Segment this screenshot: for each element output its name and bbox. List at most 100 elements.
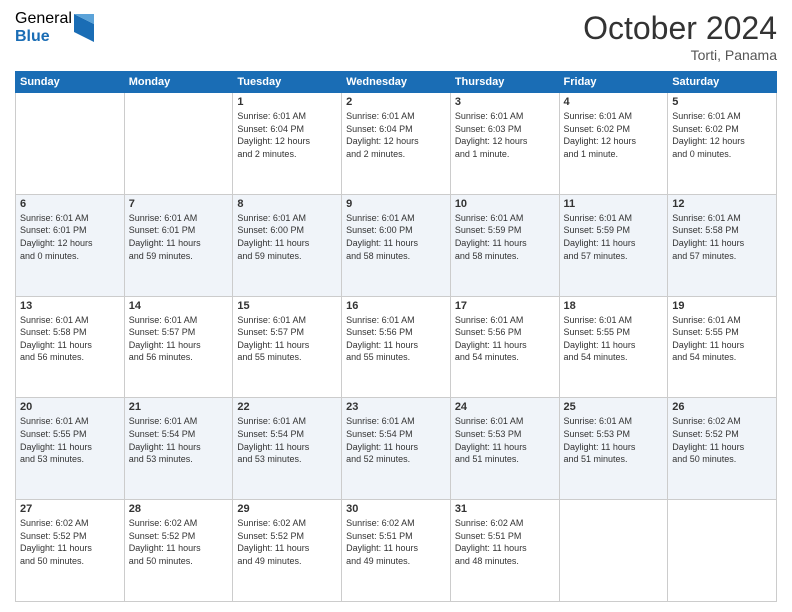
calendar-cell: 23 Sunrise: 6:01 AM Sunset: 5:54 PM Dayli…	[342, 398, 451, 500]
day-number: 12	[672, 198, 772, 210]
calendar-cell	[124, 93, 233, 195]
day-info: Sunrise: 6:02 AM Sunset: 5:52 PM Dayligh…	[237, 517, 337, 567]
day-info: Sunrise: 6:01 AM Sunset: 6:03 PM Dayligh…	[455, 110, 555, 160]
col-saturday: Saturday	[668, 72, 777, 93]
calendar-cell: 7 Sunrise: 6:01 AM Sunset: 6:01 PM Daylig…	[124, 194, 233, 296]
day-number: 16	[346, 300, 446, 312]
calendar-cell: 1 Sunrise: 6:01 AM Sunset: 6:04 PM Daylig…	[233, 93, 342, 195]
calendar-cell: 15 Sunrise: 6:01 AM Sunset: 5:57 PM Dayli…	[233, 296, 342, 398]
calendar-cell: 27 Sunrise: 6:02 AM Sunset: 5:52 PM Dayli…	[16, 500, 125, 602]
day-number: 5	[672, 96, 772, 108]
calendar-cell: 12Sunrise: 6:01 AM Sunset: 5:58 PM Dayli…	[668, 194, 777, 296]
day-info: Sunrise: 6:01 AM Sunset: 5:56 PM Dayligh…	[346, 314, 446, 364]
day-number: 30	[346, 503, 446, 515]
day-number: 27	[20, 503, 120, 515]
calendar-cell: 6 Sunrise: 6:01 AM Sunset: 6:01 PM Daylig…	[16, 194, 125, 296]
calendar-cell: 9Sunrise: 6:01 AM Sunset: 6:00 PM Daylig…	[342, 194, 451, 296]
day-number: 15	[237, 300, 337, 312]
calendar-week-row: 6 Sunrise: 6:01 AM Sunset: 6:01 PM Daylig…	[16, 194, 777, 296]
calendar-week-row: 13Sunrise: 6:01 AM Sunset: 5:58 PM Dayli…	[16, 296, 777, 398]
day-number: 22	[237, 401, 337, 413]
day-number: 14	[129, 300, 229, 312]
day-info: Sunrise: 6:01 AM Sunset: 5:55 PM Dayligh…	[564, 314, 664, 364]
calendar-week-row: 20 Sunrise: 6:01 AM Sunset: 5:55 PM Dayli…	[16, 398, 777, 500]
calendar-cell	[16, 93, 125, 195]
calendar-cell: 17Sunrise: 6:01 AM Sunset: 5:56 PM Dayli…	[450, 296, 559, 398]
day-number: 26	[672, 401, 772, 413]
day-number: 3	[455, 96, 555, 108]
day-info: Sunrise: 6:01 AM Sunset: 6:04 PM Dayligh…	[346, 110, 446, 160]
logo-icon	[74, 14, 94, 42]
day-info: Sunrise: 6:02 AM Sunset: 5:52 PM Dayligh…	[672, 415, 772, 465]
day-info: Sunrise: 6:01 AM Sunset: 6:02 PM Dayligh…	[564, 110, 664, 160]
day-number: 11	[564, 198, 664, 210]
day-info: Sunrise: 6:01 AM Sunset: 5:59 PM Dayligh…	[564, 212, 664, 262]
day-number: 1	[237, 96, 337, 108]
day-info: Sunrise: 6:01 AM Sunset: 6:00 PM Dayligh…	[237, 212, 337, 262]
day-number: 8	[237, 198, 337, 210]
day-info: Sunrise: 6:01 AM Sunset: 5:57 PM Dayligh…	[129, 314, 229, 364]
day-info: Sunrise: 6:02 AM Sunset: 5:51 PM Dayligh…	[346, 517, 446, 567]
col-friday: Friday	[559, 72, 668, 93]
day-number: 20	[20, 401, 120, 413]
col-wednesday: Wednesday	[342, 72, 451, 93]
calendar-header-row: Sunday Monday Tuesday Wednesday Thursday…	[16, 72, 777, 93]
day-number: 7	[129, 198, 229, 210]
calendar-cell: 30 Sunrise: 6:02 AM Sunset: 5:51 PM Dayli…	[342, 500, 451, 602]
day-number: 31	[455, 503, 555, 515]
calendar-table: Sunday Monday Tuesday Wednesday Thursday…	[15, 71, 777, 602]
day-info: Sunrise: 6:01 AM Sunset: 5:59 PM Dayligh…	[455, 212, 555, 262]
day-info: Sunrise: 6:01 AM Sunset: 6:01 PM Dayligh…	[20, 212, 120, 262]
calendar-cell: 18Sunrise: 6:01 AM Sunset: 5:55 PM Dayli…	[559, 296, 668, 398]
day-number: 24	[455, 401, 555, 413]
location: Torti, Panama	[583, 47, 777, 63]
day-info: Sunrise: 6:01 AM Sunset: 5:53 PM Dayligh…	[455, 415, 555, 465]
calendar-cell: 8 Sunrise: 6:01 AM Sunset: 6:00 PM Daylig…	[233, 194, 342, 296]
day-info: Sunrise: 6:01 AM Sunset: 6:04 PM Dayligh…	[237, 110, 337, 160]
day-info: Sunrise: 6:01 AM Sunset: 5:55 PM Dayligh…	[672, 314, 772, 364]
calendar-cell	[559, 500, 668, 602]
day-info: Sunrise: 6:01 AM Sunset: 5:55 PM Dayligh…	[20, 415, 120, 465]
day-number: 25	[564, 401, 664, 413]
title-section: October 2024 Torti, Panama	[583, 10, 777, 63]
day-info: Sunrise: 6:01 AM Sunset: 5:54 PM Dayligh…	[237, 415, 337, 465]
day-number: 23	[346, 401, 446, 413]
calendar-cell: 10 Sunrise: 6:01 AM Sunset: 5:59 PM Dayli…	[450, 194, 559, 296]
day-number: 21	[129, 401, 229, 413]
calendar-cell: 5 Sunrise: 6:01 AM Sunset: 6:02 PM Daylig…	[668, 93, 777, 195]
calendar-cell: 31 Sunrise: 6:02 AM Sunset: 5:51 PM Dayli…	[450, 500, 559, 602]
day-info: Sunrise: 6:01 AM Sunset: 5:54 PM Dayligh…	[346, 415, 446, 465]
col-tuesday: Tuesday	[233, 72, 342, 93]
calendar-cell: 25 Sunrise: 6:01 AM Sunset: 5:53 PM Dayli…	[559, 398, 668, 500]
col-monday: Monday	[124, 72, 233, 93]
day-info: Sunrise: 6:01 AM Sunset: 5:58 PM Dayligh…	[20, 314, 120, 364]
day-number: 6	[20, 198, 120, 210]
calendar-week-row: 1 Sunrise: 6:01 AM Sunset: 6:04 PM Daylig…	[16, 93, 777, 195]
calendar-cell: 16 Sunrise: 6:01 AM Sunset: 5:56 PM Dayli…	[342, 296, 451, 398]
day-info: Sunrise: 6:01 AM Sunset: 6:01 PM Dayligh…	[129, 212, 229, 262]
day-info: Sunrise: 6:02 AM Sunset: 5:52 PM Dayligh…	[20, 517, 120, 567]
day-number: 17	[455, 300, 555, 312]
day-number: 10	[455, 198, 555, 210]
day-info: Sunrise: 6:01 AM Sunset: 5:54 PM Dayligh…	[129, 415, 229, 465]
day-info: Sunrise: 6:01 AM Sunset: 5:53 PM Dayligh…	[564, 415, 664, 465]
day-info: Sunrise: 6:02 AM Sunset: 5:52 PM Dayligh…	[129, 517, 229, 567]
logo-blue: Blue	[15, 28, 72, 46]
col-thursday: Thursday	[450, 72, 559, 93]
day-info: Sunrise: 6:01 AM Sunset: 6:02 PM Dayligh…	[672, 110, 772, 160]
page: General Blue October 2024 Torti, Panama …	[0, 0, 792, 612]
calendar-cell: 2Sunrise: 6:01 AM Sunset: 6:04 PM Daylig…	[342, 93, 451, 195]
calendar-cell: 11 Sunrise: 6:01 AM Sunset: 5:59 PM Dayli…	[559, 194, 668, 296]
day-number: 19	[672, 300, 772, 312]
calendar-cell: 29 Sunrise: 6:02 AM Sunset: 5:52 PM Dayli…	[233, 500, 342, 602]
calendar-cell: 19 Sunrise: 6:01 AM Sunset: 5:55 PM Dayli…	[668, 296, 777, 398]
header: General Blue October 2024 Torti, Panama	[15, 10, 777, 63]
calendar-cell: 13Sunrise: 6:01 AM Sunset: 5:58 PM Dayli…	[16, 296, 125, 398]
day-info: Sunrise: 6:01 AM Sunset: 5:57 PM Dayligh…	[237, 314, 337, 364]
calendar-cell: 22 Sunrise: 6:01 AM Sunset: 5:54 PM Dayli…	[233, 398, 342, 500]
day-info: Sunrise: 6:02 AM Sunset: 5:51 PM Dayligh…	[455, 517, 555, 567]
calendar-cell: 28Sunrise: 6:02 AM Sunset: 5:52 PM Dayli…	[124, 500, 233, 602]
day-number: 29	[237, 503, 337, 515]
calendar-cell: 20 Sunrise: 6:01 AM Sunset: 5:55 PM Dayli…	[16, 398, 125, 500]
day-number: 4	[564, 96, 664, 108]
